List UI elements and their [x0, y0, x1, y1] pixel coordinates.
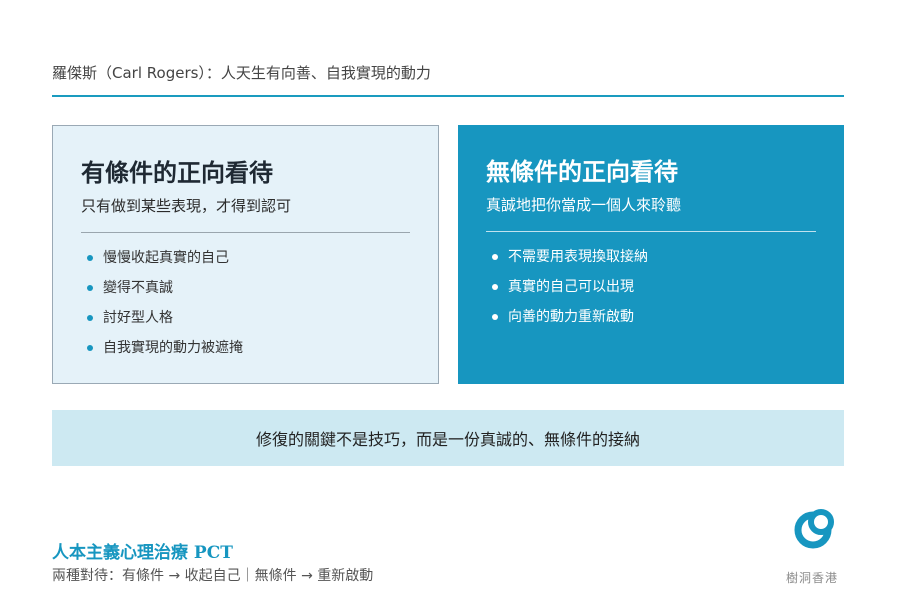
card-title: 無條件的正向看待: [486, 158, 678, 186]
footer-subtitle: 兩種對待：有條件 → 收起自己｜無條件 → 重新啟動: [52, 568, 374, 584]
list-item-text: 慢慢收起真實的自己: [103, 250, 229, 266]
card-subtitle: 真誠地把你當成一個人來聆聽: [486, 196, 682, 214]
list-item-text: 自我實現的動力被遮掩: [103, 340, 243, 356]
footer-title: 人本主義心理治療 PCT: [52, 543, 233, 563]
list-item: 向善的動力重新啟動: [486, 302, 816, 332]
bullet-dot-icon: [87, 315, 93, 321]
bullet-dot-icon: [492, 284, 498, 290]
banner-text: 修復的關鍵不是技巧，而是一份真誠的、無條件的接納: [255, 430, 640, 449]
list-item: 討好型人格: [81, 303, 410, 333]
list-item-text: 討好型人格: [103, 310, 173, 326]
list-item-text: 向善的動力重新啟動: [508, 309, 634, 325]
unconditional-regard-card: 無條件的正向看待 真誠地把你當成一個人來聆聽 不需要用表現換取接納 真實的自己可…: [458, 125, 844, 384]
list-item-text: 不需要用表現換取接納: [508, 249, 648, 265]
bullet-dot-icon: [87, 255, 93, 261]
list-item-text: 真實的自己可以出現: [508, 279, 634, 295]
card-bullet-list: 不需要用表現換取接納 真實的自己可以出現 向善的動力重新啟動: [486, 242, 816, 332]
card-divider: [81, 232, 410, 233]
page-title: 羅傑斯（Carl Rogers）：人天生有向善、自我實現的動力: [52, 64, 431, 82]
list-item-text: 變得不真誠: [103, 280, 173, 296]
conditional-regard-card: 有條件的正向看待 只有做到某些表現，才得到認可 慢慢收起真實的自己 變得不真誠 …: [52, 125, 439, 384]
card-bullet-list: 慢慢收起真實的自己 變得不真誠 討好型人格 自我實現的動力被遮掩: [81, 243, 410, 363]
list-item: 變得不真誠: [81, 273, 410, 303]
bullet-dot-icon: [492, 254, 498, 260]
brand-logo-icon: [794, 509, 834, 549]
bullet-dot-icon: [87, 285, 93, 291]
key-message-banner: 修復的關鍵不是技巧，而是一份真誠的、無條件的接納: [52, 410, 844, 466]
list-item: 真實的自己可以出現: [486, 272, 816, 302]
card-subtitle: 只有做到某些表現，才得到認可: [81, 197, 292, 215]
header-divider: [52, 95, 844, 97]
list-item: 不需要用表現換取接納: [486, 242, 816, 272]
list-item: 自我實現的動力被遮掩: [81, 333, 410, 363]
card-title: 有條件的正向看待: [81, 159, 273, 187]
bullet-dot-icon: [87, 345, 93, 351]
brand-name: 樹洞香港: [786, 571, 839, 585]
card-divider: [486, 231, 816, 232]
list-item: 慢慢收起真實的自己: [81, 243, 410, 273]
bullet-dot-icon: [492, 314, 498, 320]
